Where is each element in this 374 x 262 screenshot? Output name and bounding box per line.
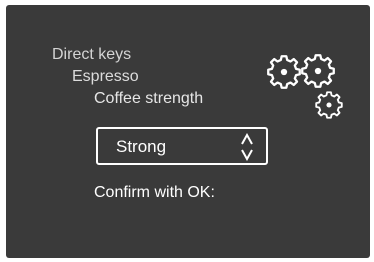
breadcrumb-direct-keys: Direct keys [52, 46, 132, 63]
strength-selector[interactable]: Strong [96, 127, 268, 165]
confirm-prompt: Confirm with OK: [94, 184, 215, 201]
breadcrumb-espresso: Espresso [72, 68, 139, 85]
page-title: Coffee strength [94, 90, 204, 107]
up-down-arrows-icon[interactable] [240, 133, 254, 161]
machine-display: Direct keys Espresso Coffee strength Str… [6, 5, 370, 258]
selector-value: Strong [116, 137, 167, 156]
gears-icon [267, 54, 343, 119]
